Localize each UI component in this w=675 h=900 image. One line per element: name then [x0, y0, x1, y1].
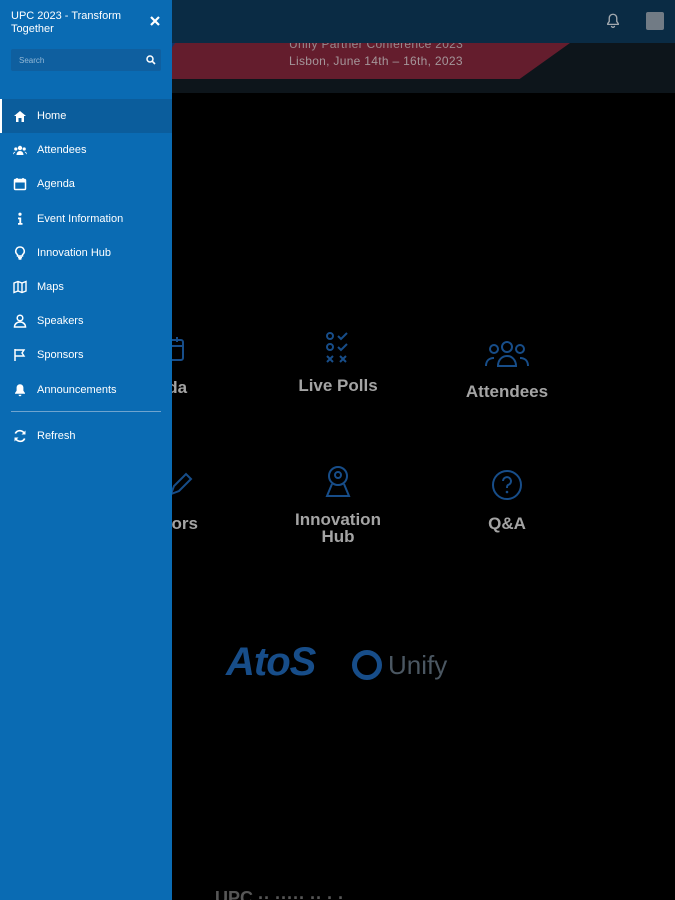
menu-divider — [11, 411, 161, 412]
bell-icon — [15, 383, 25, 396]
lightbulb-icon — [15, 246, 25, 260]
menu-item-refresh[interactable]: Refresh — [0, 419, 172, 453]
info-icon — [18, 212, 23, 225]
menu-item-agenda[interactable]: Agenda — [0, 167, 172, 201]
refresh-icon — [14, 429, 26, 443]
map-icon — [13, 280, 27, 294]
search-icon[interactable] — [146, 55, 156, 65]
people-icon — [13, 146, 27, 156]
navigation-drawer: UPC 2023 - Transform Together Home Atten… — [0, 0, 172, 900]
menu-item-label: Innovation Hub — [37, 246, 111, 259]
menu-item-announcements[interactable]: Announcements — [0, 373, 172, 407]
search-box — [11, 49, 161, 71]
menu-item-label: Agenda — [37, 178, 75, 191]
menu-item-label: Sponsors — [37, 349, 84, 362]
close-icon[interactable] — [149, 15, 161, 27]
menu-item-label: Maps — [37, 281, 64, 294]
home-icon — [14, 111, 26, 123]
person-icon — [13, 314, 27, 328]
menu-item-home[interactable]: Home — [0, 99, 172, 134]
refresh-section: Refresh — [0, 419, 172, 453]
menu-item-label: Speakers — [37, 315, 84, 328]
drawer-menu: Home Attendees Agenda Event Information … — [0, 99, 172, 407]
menu-item-label: Announcements — [37, 383, 117, 396]
menu-item-attendees[interactable]: Attendees — [0, 133, 172, 167]
menu-item-innovation-hub[interactable]: Innovation Hub — [0, 236, 172, 270]
drawer-scrim[interactable] — [172, 0, 675, 900]
menu-item-speakers[interactable]: Speakers — [0, 304, 172, 338]
menu-item-sponsors[interactable]: Sponsors — [0, 338, 172, 372]
search-input[interactable] — [11, 49, 141, 71]
flag-icon — [14, 349, 26, 362]
menu-item-label: Refresh — [37, 430, 76, 443]
menu-item-event-information[interactable]: Event Information — [0, 202, 172, 236]
menu-item-label: Attendees — [37, 144, 87, 157]
menu-item-label: Home — [37, 110, 67, 123]
calendar-icon — [13, 178, 27, 191]
menu-item-maps[interactable]: Maps — [0, 270, 172, 304]
menu-item-label: Event Information — [37, 212, 124, 225]
drawer-title: UPC 2023 - Transform Together — [11, 10, 122, 35]
